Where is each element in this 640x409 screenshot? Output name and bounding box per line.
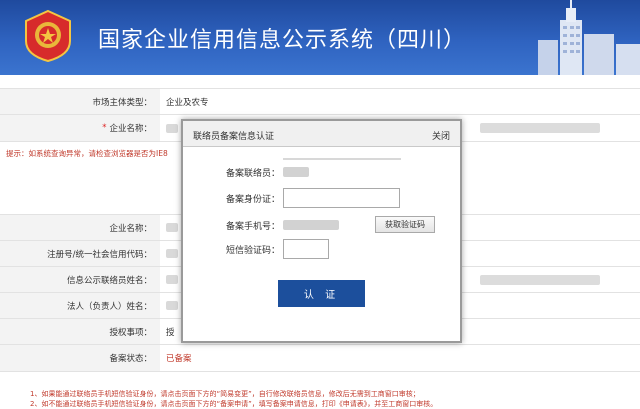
liaison-label: 备案联络员： — [225, 169, 280, 179]
redacted-value — [166, 223, 178, 232]
reg-no-value — [160, 241, 178, 266]
company-name-label-top: * 企业名称： — [0, 115, 160, 141]
dialog-title: 联络员备案信息认证 — [193, 132, 275, 142]
get-code-button[interactable]: 获取验证码 — [375, 216, 435, 233]
id-number-input[interactable] — [283, 188, 400, 208]
note-line-1: 1、如果能通过联络员手机短信验证身份，请点击页面下方的“简易变更”，自行修改联络… — [30, 390, 420, 398]
liaison-name-value — [160, 267, 178, 292]
banner-title: 国家企业信用信息公示系统（四川） — [98, 28, 467, 53]
sms-label: 短信验证码： — [225, 246, 280, 256]
market-type-row: 市场主体类型： 企业及农专 — [0, 88, 640, 114]
company-name-input-top[interactable] — [160, 115, 178, 141]
market-type-value[interactable]: 企业及农专 — [160, 89, 209, 114]
close-button[interactable]: 关闭 — [432, 129, 450, 142]
redacted-right — [480, 123, 600, 133]
redacted-right — [480, 275, 600, 285]
phone-label: 备案手机号： — [225, 222, 280, 232]
sms-row: 短信验证码： — [183, 239, 464, 259]
note-line-2: 2、如不能通过联络员手机短信验证身份，请点击页面下方的“备案申请”，填写备案申请… — [30, 400, 438, 408]
legal-rep-label: 法人（负责人）姓名： — [0, 293, 160, 318]
auth-value[interactable]: 授 — [160, 319, 175, 344]
status-label: 备案状态： — [0, 345, 160, 371]
dialog-header: 联络员备案信息认证 关闭 — [183, 121, 460, 147]
header-banner: 国家企业信用信息公示系统（四川） — [0, 0, 640, 75]
company-name-label: 企业名称： — [0, 215, 160, 240]
company-name-label-text: 企业名称： — [109, 124, 152, 134]
status-row: 备案状态： 已备案 — [0, 344, 640, 372]
liaison-value — [283, 167, 309, 177]
liaison-name-label: 信息公示联络员姓名： — [0, 267, 160, 292]
phone-value — [283, 220, 339, 230]
redacted-value — [166, 249, 178, 258]
redacted-value — [166, 301, 178, 310]
phone-row: 备案手机号： 获取验证码 — [183, 215, 464, 235]
market-type-label: 市场主体类型： — [0, 89, 160, 114]
required-mark: * — [102, 123, 107, 133]
sms-code-input[interactable] — [283, 239, 329, 259]
redacted-value — [166, 123, 178, 133]
redacted-line — [283, 158, 401, 160]
redacted-value — [166, 275, 178, 284]
building-skyline-icon — [538, 0, 640, 75]
instructions-notes: 1、如果能通过联络员手机短信验证身份，请点击页面下方的“简易变更”，自行修改联络… — [30, 389, 630, 409]
national-emblem-icon — [25, 9, 71, 63]
status-value: 已备案 — [166, 354, 192, 364]
browser-tip: 提示：如系统查询异常，请检查浏览器是否为IE8 — [6, 149, 168, 158]
id-row: 备案身份证： — [183, 188, 464, 208]
company-name-value — [160, 215, 178, 240]
liaison-row: 备案联络员： — [183, 158, 464, 182]
authenticate-button[interactable]: 认 证 — [278, 280, 365, 307]
legal-rep-value — [160, 293, 178, 318]
liaison-auth-dialog: 联络员备案信息认证 关闭 备案联络员： 备案身份证： 备案手机号： 获取验证码 … — [181, 119, 462, 343]
auth-label: 授权事项： — [0, 319, 160, 344]
id-label: 备案身份证： — [225, 195, 280, 205]
reg-no-label: 注册号/统一社会信用代码： — [0, 241, 160, 266]
